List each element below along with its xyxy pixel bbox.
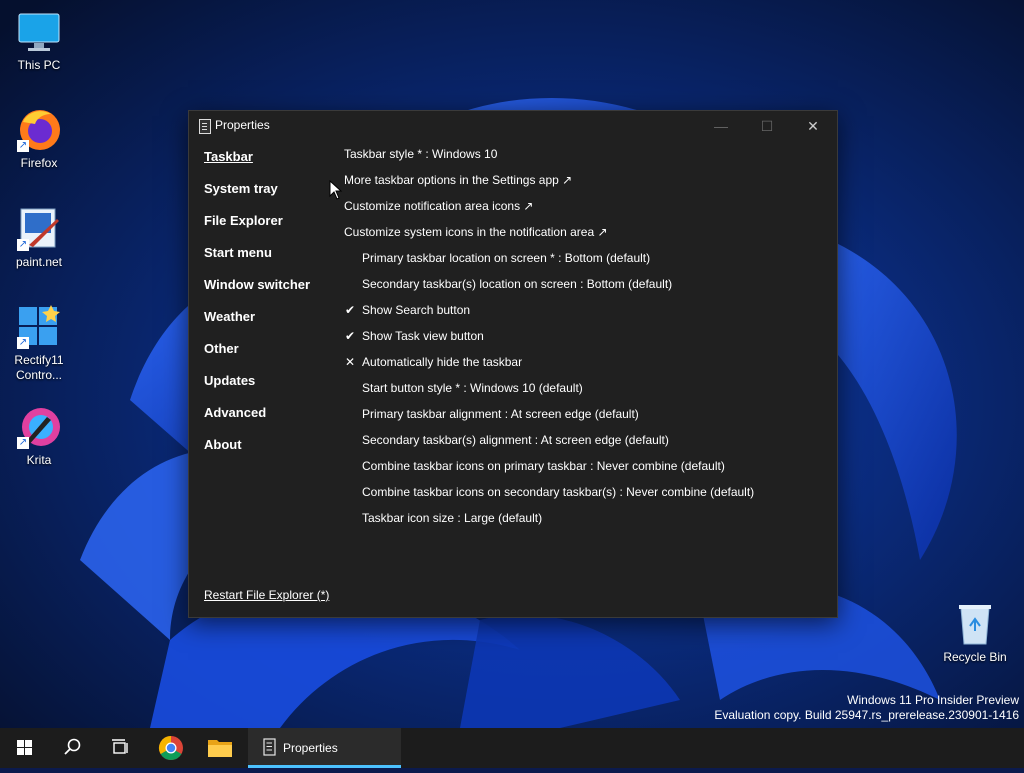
properties-app-icon xyxy=(199,119,211,134)
option-primary-location[interactable]: Primary taskbar location on screen * : B… xyxy=(362,251,650,265)
window-title: Properties xyxy=(215,118,270,132)
taskbar-app-label: Properties xyxy=(283,741,338,755)
taskbar: Properties xyxy=(0,728,1024,768)
desktop-icon-label: Rectify11 Contro... xyxy=(14,353,64,382)
firefox-icon: ↗ xyxy=(17,108,61,152)
desktop-icon-firefox[interactable]: ↗ Firefox xyxy=(4,108,74,171)
taskbar-chrome-button[interactable] xyxy=(147,728,195,768)
paintnet-icon: ↗ xyxy=(17,207,61,251)
option-show-search-button[interactable]: Show Search button xyxy=(362,303,470,317)
properties-window: Properties — ☐ ✕ Taskbar System tray Fil… xyxy=(188,110,838,618)
checkmark-icon: ✔ xyxy=(345,329,356,343)
shortcut-arrow-icon: ↗ xyxy=(17,437,29,449)
nav-item-system-tray[interactable]: System tray xyxy=(204,181,278,196)
option-settings-app-link[interactable]: More taskbar options in the Settings app… xyxy=(344,173,572,187)
option-secondary-alignment[interactable]: Secondary taskbar(s) alignment : At scre… xyxy=(362,433,669,447)
desktop-icon-label: Krita xyxy=(26,453,52,467)
option-combine-primary[interactable]: Combine taskbar icons on primary taskbar… xyxy=(362,459,725,473)
nav-item-about[interactable]: About xyxy=(204,437,242,452)
option-show-task-view-button[interactable]: Show Task view button xyxy=(362,329,484,343)
option-auto-hide-taskbar[interactable]: Automatically hide the taskbar xyxy=(362,355,522,369)
build-watermark: Windows 11 Pro Insider Preview Evaluatio… xyxy=(714,693,1019,723)
watermark-build: Evaluation copy. Build 25947.rs_prerelea… xyxy=(714,708,1019,722)
start-button[interactable] xyxy=(0,728,48,768)
nav-item-window-switcher[interactable]: Window switcher xyxy=(204,277,310,292)
desktop-icon-label: Recycle Bin xyxy=(943,650,1007,664)
task-view-button[interactable] xyxy=(96,728,144,768)
option-start-button-style[interactable]: Start button style * : Windows 10 (defau… xyxy=(362,381,583,395)
option-taskbar-style[interactable]: Taskbar style * : Windows 10 xyxy=(344,147,497,161)
shortcut-arrow-icon: ↗ xyxy=(17,239,29,251)
nav-item-other[interactable]: Other xyxy=(204,341,239,356)
search-icon xyxy=(64,738,81,755)
option-icon-size[interactable]: Taskbar icon size : Large (default) xyxy=(362,511,542,525)
krita-icon: ↗ xyxy=(17,405,61,449)
desktop-icon-label: Firefox xyxy=(20,156,58,170)
nav-item-file-explorer[interactable]: File Explorer xyxy=(204,213,283,228)
computer-icon xyxy=(17,10,61,54)
task-view-icon xyxy=(112,739,128,754)
recycle-bin-icon xyxy=(953,602,997,646)
rectify11-icon: ↗ xyxy=(17,305,61,349)
cross-icon: ✕ xyxy=(345,355,356,369)
checkmark-icon: ✔ xyxy=(345,303,356,317)
desktop-icon-this-pc[interactable]: This PC xyxy=(4,10,74,73)
close-button[interactable]: ✕ xyxy=(790,111,836,141)
nav-item-start-menu[interactable]: Start menu xyxy=(204,245,272,260)
desktop-icon-recycle-bin[interactable]: Recycle Bin xyxy=(940,602,1010,665)
desktop-icon-krita[interactable]: ↗ Krita xyxy=(4,405,74,468)
shortcut-arrow-icon: ↗ xyxy=(17,337,29,349)
option-system-icons-link[interactable]: Customize system icons in the notificati… xyxy=(344,225,608,239)
option-notification-icons-link[interactable]: Customize notification area icons ↗ xyxy=(344,199,533,213)
option-secondary-location[interactable]: Secondary taskbar(s) location on screen … xyxy=(362,277,672,291)
nav-item-advanced[interactable]: Advanced xyxy=(204,405,266,420)
taskbar-file-explorer-button[interactable] xyxy=(196,728,244,768)
option-primary-alignment[interactable]: Primary taskbar alignment : At screen ed… xyxy=(362,407,639,421)
desktop-icon-label: This PC xyxy=(17,58,61,72)
restart-file-explorer-link[interactable]: Restart File Explorer (*) xyxy=(204,588,329,602)
start-icon xyxy=(17,740,32,755)
shortcut-arrow-icon: ↗ xyxy=(17,140,29,152)
chrome-icon xyxy=(158,736,183,761)
maximize-button[interactable]: ☐ xyxy=(744,111,790,141)
desktop-icon-label: paint.net xyxy=(15,255,63,269)
watermark-edition: Windows 11 Pro Insider Preview xyxy=(847,693,1019,707)
taskbar-search-button[interactable] xyxy=(48,728,96,768)
nav-item-weather[interactable]: Weather xyxy=(204,309,255,324)
option-combine-secondary[interactable]: Combine taskbar icons on secondary taskb… xyxy=(362,485,754,499)
title-bar[interactable]: Properties — ☐ ✕ xyxy=(189,111,837,141)
nav-item-taskbar[interactable]: Taskbar xyxy=(204,149,253,164)
desktop-icon-paintnet[interactable]: ↗ paint.net xyxy=(4,207,74,270)
nav-item-updates[interactable]: Updates xyxy=(204,373,255,388)
minimize-button[interactable]: — xyxy=(698,111,744,141)
desktop-icon-rectify11[interactable]: ↗ Rectify11 Contro... xyxy=(4,305,74,383)
file-explorer-icon xyxy=(208,740,232,757)
mouse-cursor-icon xyxy=(329,180,343,200)
